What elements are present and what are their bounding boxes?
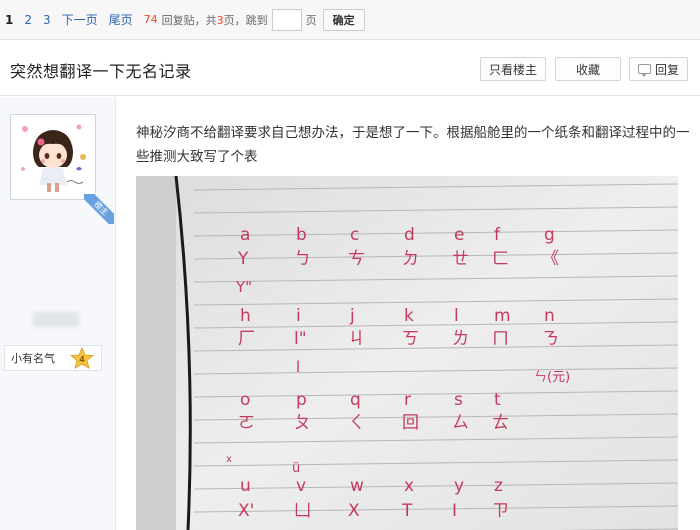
author-sidebar: 楼主 小有名气 4 bbox=[0, 97, 116, 530]
zhuyin-symbol: l" bbox=[294, 329, 307, 349]
zhuyin-symbol: ㄆ bbox=[294, 413, 311, 433]
zhuyin-symbol: 凵 bbox=[294, 501, 311, 521]
latin-letter: u bbox=[240, 476, 251, 496]
zhuyin-symbol: ㄇ bbox=[492, 329, 509, 349]
latin-letter: y bbox=[454, 476, 464, 496]
latin-letter: h bbox=[240, 306, 251, 326]
zhuyin-symbol: ㄘ bbox=[348, 249, 365, 269]
current-page: 1 bbox=[5, 12, 14, 27]
latin-letter: j bbox=[349, 306, 355, 326]
zhuyin-symbol: ㄉ bbox=[402, 249, 419, 269]
favorite-button[interactable]: 收藏 bbox=[555, 57, 621, 81]
zhuyin-symbol: Y bbox=[237, 249, 249, 269]
jump-text: 页，跳到 bbox=[223, 13, 268, 27]
extra-mark: x bbox=[226, 454, 232, 465]
latin-letter: q bbox=[350, 390, 361, 410]
level-star-icon: 4 bbox=[70, 347, 94, 369]
zhuyin-symbol: T bbox=[401, 501, 413, 521]
zhuyin-symbol: X' bbox=[238, 501, 254, 521]
next-page-link[interactable]: 下一页 bbox=[62, 11, 98, 28]
total-pages: 3 bbox=[216, 13, 224, 27]
reply-label: 回复 bbox=[654, 62, 679, 77]
thread-header: 突然想翻译一下无名记录 只看楼主 收藏 回复 bbox=[0, 40, 700, 96]
latin-letter: x bbox=[404, 476, 414, 496]
latin-letter: d bbox=[404, 225, 415, 245]
notebook-photo: aYbㄅcㄘdㄉeㄝfㄈg《h厂il"jㄐkㄎlㄌmㄇnㄋoㄛpㄆqㄑr回sㄙt… bbox=[136, 176, 678, 530]
latin-letter: z bbox=[494, 476, 503, 496]
zhuyin-symbol: 《 bbox=[542, 249, 559, 269]
latin-letter: b bbox=[296, 225, 307, 245]
last-page-link[interactable]: 尾页 bbox=[109, 11, 133, 28]
zhuyin-symbol: ㄝ bbox=[452, 249, 469, 269]
post-image[interactable]: a Yb ㄅ c ㄘ d ㄉ e ㄝ f ㄈ g 《 h 厂 i l" j ㄐ k ㄎ l ㄌ m ㄇ n ㄋ o ㄛ p ㄆ q ㄑ r 回 s ㄙ t… bbox=[136, 176, 678, 530]
comment-icon bbox=[637, 64, 651, 77]
latin-letter: r bbox=[404, 390, 411, 410]
latin-letter: a bbox=[240, 225, 250, 245]
latin-letter: n bbox=[544, 306, 555, 326]
zhuyin-symbol: ㄅ bbox=[294, 249, 311, 269]
zhuyin-symbol: I bbox=[452, 501, 457, 521]
latin-letter: k bbox=[404, 306, 414, 326]
page-gutter bbox=[136, 176, 176, 530]
zhuyin-symbol: X bbox=[348, 501, 360, 521]
op-badge: 楼主 bbox=[84, 194, 114, 224]
zhuyin-symbol: ㄈ bbox=[492, 249, 509, 269]
reply-count: 74 bbox=[143, 13, 158, 26]
zhuyin-symbol: ㄋ bbox=[542, 329, 559, 349]
extra-mark: l bbox=[296, 358, 300, 376]
username-blurred[interactable] bbox=[33, 312, 79, 327]
avatar-frame[interactable] bbox=[10, 114, 96, 200]
zhuyin-symbol: 厂 bbox=[238, 329, 255, 349]
chibi-avatar-image bbox=[13, 117, 93, 197]
zhuyin-symbol: ㄌ bbox=[452, 329, 469, 349]
latin-letter: v bbox=[296, 476, 306, 496]
post-text: 神秘汐商不给翻译要求自己想办法，于是想了一下。根据船舱里的一个纸条和翻译过程中的… bbox=[136, 125, 690, 165]
latin-letter: c bbox=[350, 225, 359, 245]
only-op-button[interactable]: 只看楼主 bbox=[480, 57, 546, 81]
level-tag[interactable]: 小有名气 4 bbox=[4, 345, 102, 371]
zhuyin-symbol: ㄛ bbox=[238, 413, 255, 433]
zhuyin-symbol: ㄙ bbox=[452, 413, 469, 433]
confirm-button[interactable]: 确定 bbox=[322, 8, 365, 31]
latin-letter: o bbox=[240, 390, 250, 410]
page-link-2[interactable]: 2 bbox=[24, 13, 32, 27]
page-unit: 页 bbox=[305, 13, 317, 27]
reply-text: 回复贴，共 bbox=[161, 13, 217, 27]
avatar[interactable] bbox=[13, 117, 93, 197]
latin-letter: g bbox=[544, 225, 555, 245]
latin-letter: i bbox=[296, 306, 301, 326]
latin-letter: l bbox=[454, 306, 459, 326]
latin-letter: m bbox=[494, 306, 511, 326]
pagination-bar: 1 2 3 下一页 尾页 74 回复贴，共3页，跳到 页 确定 bbox=[0, 0, 700, 40]
level-number: 4 bbox=[79, 355, 85, 364]
latin-letter: p bbox=[296, 390, 307, 410]
thread-title: 突然想翻译一下无名记录 bbox=[10, 62, 192, 81]
zhuyin-symbol: ㄗ bbox=[492, 501, 509, 521]
latin-letter: s bbox=[454, 390, 463, 410]
jump-page-input[interactable] bbox=[271, 8, 302, 31]
latin-letter: w bbox=[350, 476, 364, 496]
zhuyin-symbol: ㄊ bbox=[492, 413, 509, 433]
latin-letter: f bbox=[494, 225, 501, 245]
latin-letter: t bbox=[494, 390, 501, 410]
latin-letter: e bbox=[454, 225, 464, 245]
zhuyin-symbol: ㄎ bbox=[402, 329, 419, 349]
extra-mark: ü bbox=[292, 461, 300, 476]
level-name: 小有名气 bbox=[11, 352, 55, 365]
extra-mark: Y" bbox=[235, 278, 252, 296]
page-summary: 回复贴，共3页，跳到 bbox=[162, 12, 268, 28]
zhuyin-symbol: ㄐ bbox=[348, 329, 365, 349]
zhuyin-symbol: 回 bbox=[402, 413, 419, 433]
zhuyin-symbol: ㄑ bbox=[348, 413, 365, 433]
op-badge-label: 楼主 bbox=[84, 194, 114, 224]
extra-mark: ㄣ(元) bbox=[534, 370, 570, 385]
page-link-3[interactable]: 3 bbox=[43, 13, 51, 27]
reply-button[interactable]: 回复 bbox=[629, 57, 688, 81]
